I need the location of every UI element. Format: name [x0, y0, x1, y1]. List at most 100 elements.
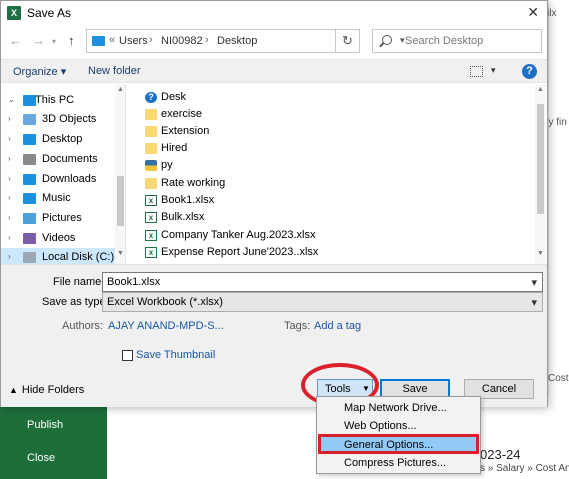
nav-item-music[interactable]: › Music: [1, 189, 115, 209]
nav-label: Pictures: [42, 212, 82, 224]
organize-button[interactable]: Organize ▾: [13, 65, 66, 78]
file-name: Company Tanker Aug.2023.xlsx: [161, 229, 316, 241]
chevron-down-icon[interactable]: ▾: [531, 276, 537, 289]
save-thumbnail-label[interactable]: Save Thumbnail: [136, 349, 215, 361]
address-segment-user[interactable]: NI00982: [161, 35, 203, 47]
expand-arrow-icon[interactable]: ›: [8, 233, 11, 242]
nav-item-documents[interactable]: › Documents: [1, 150, 115, 170]
list-item[interactable]: x Bulk.xlsx: [145, 209, 525, 226]
menu-item-web-options[interactable]: Web Options...: [319, 417, 478, 435]
scroll-down-icon[interactable]: ▼: [117, 250, 124, 257]
scroll-up-icon[interactable]: ▲: [117, 86, 124, 93]
nav-label: Videos: [42, 232, 76, 244]
excel-file-icon: x: [145, 195, 157, 206]
tags-value[interactable]: Add a tag: [314, 320, 361, 332]
scroll-thumb[interactable]: [537, 104, 544, 214]
expand-arrow-icon[interactable]: ›: [8, 154, 11, 163]
chevron-right-icon: ›: [205, 34, 209, 46]
chevron-down-icon[interactable]: ▾: [531, 296, 537, 309]
save-type-label: Save as type:: [42, 296, 109, 308]
background-breadcrumb: s » Salary » Cost Ana: [480, 463, 569, 474]
folder-icon: [145, 109, 157, 120]
menu-close[interactable]: Close: [27, 452, 55, 464]
back-arrow-icon[interactable]: ←: [9, 33, 22, 48]
nav-label: Desktop: [42, 133, 83, 145]
file-scrollbar[interactable]: ▲ ▼: [535, 84, 546, 264]
navigation-pane: ⌄ This PC › 3D Objects › Desktop › Docum…: [1, 84, 126, 264]
search-input[interactable]: Search Desktop: [372, 29, 542, 53]
list-item[interactable]: x Company Tanker Aug.2023.xlsx: [145, 227, 525, 244]
scroll-down-icon[interactable]: ▼: [537, 250, 544, 257]
file-name-value: Book1.xlsx: [107, 276, 161, 288]
list-item[interactable]: py: [145, 157, 525, 174]
collapse-arrow-icon[interactable]: ⌄: [8, 95, 15, 104]
nav-scrollbar[interactable]: ▲ ▼: [115, 84, 125, 264]
expand-arrow-icon[interactable]: ›: [8, 114, 11, 123]
nav-item-this-pc[interactable]: ⌄ This PC: [1, 91, 115, 111]
tags-label: Tags:: [284, 320, 311, 332]
save-as-dialog: X Save As ✕ ← → ▾ ↑ « Users › NI00982 › …: [0, 0, 548, 407]
nav-item-local-disk[interactable]: › Local Disk (C:): [1, 248, 115, 264]
folder-icon: [145, 178, 157, 189]
expand-arrow-icon[interactable]: ›: [8, 174, 11, 183]
list-item[interactable]: Extension: [145, 123, 525, 140]
nav-item-downloads[interactable]: › Downloads: [1, 170, 115, 190]
save-type-value: Excel Workbook (*.xlsx): [107, 296, 223, 308]
pc-icon: [92, 36, 105, 46]
save-type-select[interactable]: Excel Workbook (*.xlsx) ▾: [102, 292, 543, 312]
scroll-thumb[interactable]: [117, 176, 124, 226]
up-arrow-icon[interactable]: ↑: [68, 33, 75, 48]
menu-item-map-network-drive[interactable]: Map Network Drive...: [319, 399, 478, 417]
nav-label: Documents: [42, 153, 98, 165]
excel-file-icon: x: [145, 247, 157, 258]
forward-arrow-icon[interactable]: →: [32, 33, 45, 48]
nav-item-desktop[interactable]: › Desktop: [1, 130, 115, 150]
music-icon: [23, 193, 36, 204]
list-item[interactable]: ? Desk: [145, 89, 525, 106]
hide-folders-button[interactable]: ▲ Hide Folders: [9, 384, 84, 396]
nav-item-videos[interactable]: › Videos: [1, 229, 115, 249]
authors-value[interactable]: AJAY ANAND-MPD-S...: [108, 320, 224, 332]
chevron-right-icon: ›: [149, 34, 153, 46]
address-overflow[interactable]: «: [109, 34, 115, 46]
save-thumbnail-checkbox[interactable]: [122, 350, 133, 361]
file-name: Bulk.xlsx: [161, 211, 205, 223]
menu-item-compress-pictures[interactable]: Compress Pictures...: [319, 454, 478, 472]
list-item[interactable]: x Book1.xlsx: [145, 192, 525, 209]
close-icon[interactable]: ✕: [527, 4, 539, 21]
view-options-icon[interactable]: [470, 66, 483, 77]
excel-file-icon: x: [145, 230, 157, 241]
nav-item-3d-objects[interactable]: › 3D Objects: [1, 110, 115, 130]
chevron-down-icon[interactable]: ▾: [491, 65, 496, 76]
annotation-rectangle: [318, 434, 479, 454]
expand-arrow-icon[interactable]: ›: [8, 193, 11, 202]
nav-label: 3D Objects: [42, 113, 97, 125]
file-name: Hired: [161, 142, 188, 154]
menu-item-label: Web Options...: [344, 420, 417, 432]
nav-item-pictures[interactable]: › Pictures: [1, 209, 115, 229]
expand-arrow-icon[interactable]: ›: [8, 213, 11, 222]
menu-publish[interactable]: Publish: [27, 419, 63, 431]
scroll-up-icon[interactable]: ▲: [537, 86, 544, 93]
help-icon[interactable]: ?: [522, 64, 537, 79]
list-item[interactable]: Rate working: [145, 175, 525, 192]
address-bar[interactable]: « Users › NI00982 › Desktop ▾: [86, 29, 405, 53]
documents-icon: [23, 154, 36, 165]
refresh-button[interactable]: ↻: [336, 29, 360, 53]
recent-locations-icon[interactable]: ▾: [52, 37, 56, 46]
background-text: ilx: [547, 8, 557, 19]
expand-arrow-icon[interactable]: ›: [8, 252, 11, 261]
file-name-field[interactable]: Book1.xlsx ▾: [102, 272, 543, 292]
backstage-menu: Publish Close: [0, 395, 107, 479]
expand-arrow-icon[interactable]: ›: [8, 134, 11, 143]
address-segment-users[interactable]: Users: [119, 35, 148, 47]
list-item[interactable]: exercise: [145, 106, 525, 123]
local-disk-icon: [23, 252, 36, 263]
list-item[interactable]: Hired: [145, 140, 525, 157]
hide-folders-label: Hide Folders: [21, 384, 85, 396]
file-name: py: [161, 159, 173, 171]
address-segment-desktop[interactable]: Desktop: [217, 35, 257, 47]
list-item[interactable]: x Expense Report June'2023..xlsx: [145, 244, 525, 261]
new-folder-button[interactable]: New folder: [88, 65, 141, 77]
desktop-icon: [23, 134, 36, 145]
